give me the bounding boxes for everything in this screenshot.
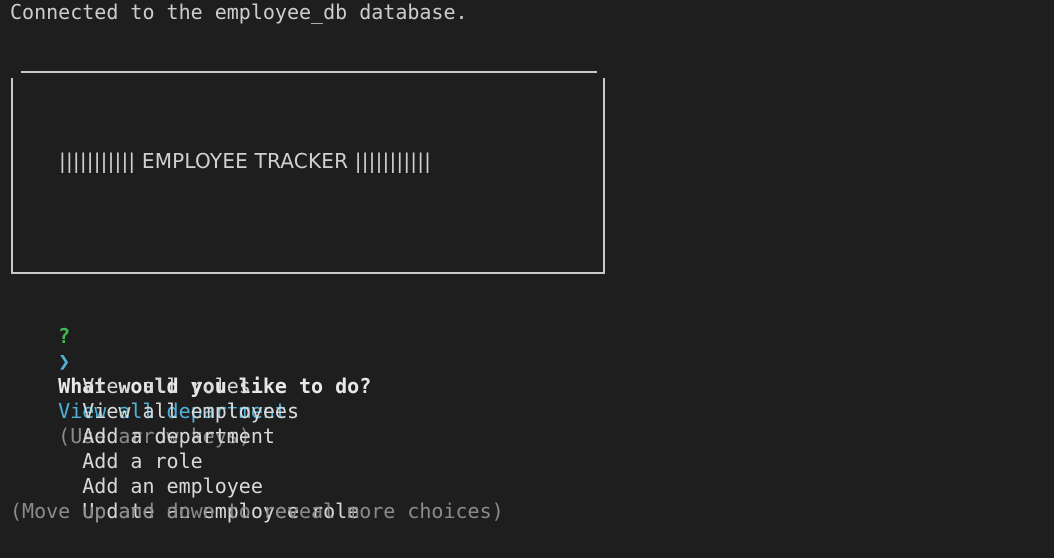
choice-item-view-roles[interactable]: View all roles — [10, 349, 251, 398]
more-choices-hint: (Move up and down to reveal more choices… — [10, 499, 504, 523]
banner-box: ||||||||||| EMPLOYEE TRACKER ||||||||||| — [11, 71, 605, 274]
banner-title: ||||||||||| EMPLOYEE TRACKER ||||||||||| — [59, 149, 432, 173]
banner-top-border — [21, 71, 597, 73]
choice-item-add-department[interactable]: Add a department — [10, 399, 275, 448]
terminal-window[interactable]: Connected to the employee_db database. |… — [0, 0, 1054, 558]
choice-item-view-employees[interactable]: View all employees — [10, 374, 299, 423]
banner-left-border — [11, 78, 13, 274]
choice-item-update-employee-role[interactable]: Update an employee role — [10, 474, 359, 523]
choice-item-add-employee[interactable]: Add an employee — [10, 449, 263, 498]
connection-message: Connected to the employee_db database. — [10, 0, 468, 24]
prompt-question-line: ? What would you like to do? (Use arrow … — [10, 299, 371, 448]
banner-right-border — [603, 78, 605, 274]
choice-item-view-departments[interactable]: ❯ View all departments — [10, 324, 299, 423]
banner-bottom-border — [11, 272, 605, 274]
choice-item-add-role[interactable]: Add a role — [10, 424, 202, 473]
